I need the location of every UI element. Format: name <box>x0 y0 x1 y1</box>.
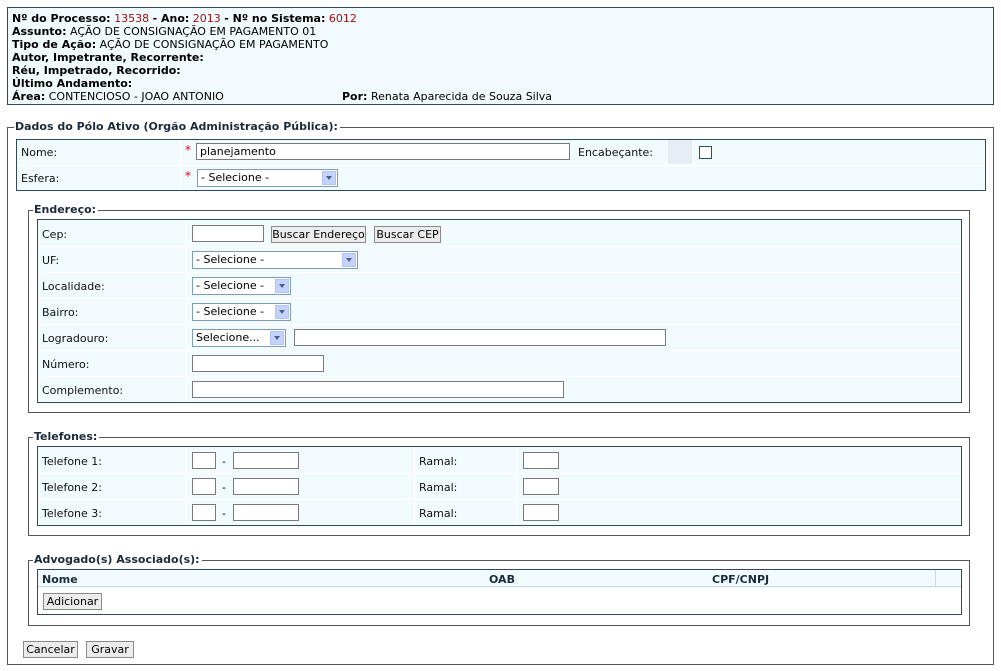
encabecante-checkbox[interactable] <box>699 146 712 159</box>
cep-label: Cep: <box>42 228 68 241</box>
search-cep-button[interactable]: Buscar CEP <box>374 226 441 243</box>
street-label: Logradouro: <box>42 332 109 345</box>
sphere-label: Esfera: <box>21 172 60 185</box>
required-marker: * <box>185 143 191 157</box>
subject-value: AÇÃO DE CONSIGNAÇÃO EM PAGAMENTO 01 <box>69 25 317 38</box>
extension-label: Ramal: <box>419 481 458 494</box>
sphere-select[interactable]: - Selecione - <box>197 169 338 187</box>
phone-3-number-input[interactable] <box>233 504 299 521</box>
number-label: Número: <box>42 358 90 371</box>
process-info-panel: Nº do Processo: 13538 - Ano: 2013 - Nº n… <box>7 7 994 105</box>
neighborhood-select-value: - Selecione - <box>196 305 265 318</box>
chevron-down-icon <box>275 305 289 319</box>
required-marker: * <box>185 169 191 183</box>
neighborhood-label: Bairro: <box>42 306 79 319</box>
locality-select[interactable]: - Selecione - <box>192 277 291 295</box>
phone-2-label: Telefone 2: <box>42 481 102 494</box>
phone-3-area-input[interactable] <box>192 504 216 521</box>
locality-select-value: - Selecione - <box>196 279 265 292</box>
chevron-down-icon <box>270 331 284 345</box>
address-legend: Endereço: <box>33 203 99 216</box>
author-label: Por: <box>342 90 368 103</box>
process-number-label: Nº do Processo: <box>12 12 111 25</box>
action-type-value: AÇÃO DE CONSIGNAÇÃO EM PAGAMENTO <box>99 38 329 51</box>
extension-label: Ramal: <box>419 455 458 468</box>
area-value: CONTENCIOSO - JOAO ANTONIO <box>48 90 224 103</box>
action-type-label: Tipo de Ação: <box>12 38 97 51</box>
phone-2-area-input[interactable] <box>192 478 216 495</box>
author-line: Por: Renata Aparecida de Souza Silva <box>342 90 552 103</box>
cep-input[interactable] <box>192 225 264 242</box>
phone-2-extension-input[interactable] <box>523 478 559 495</box>
chevron-down-icon <box>322 171 336 185</box>
process-number: 13538 <box>114 12 150 25</box>
cancel-button[interactable]: Cancelar <box>23 641 78 658</box>
phone-1-label: Telefone 1: <box>42 455 102 468</box>
last-progress-label: Último Andamento: <box>12 77 133 90</box>
action-type-line: Tipo de Ação: AÇÃO DE CONSIGNAÇÃO EM PAG… <box>12 38 328 51</box>
year-label: - Ano: <box>152 12 190 25</box>
phones-panel <box>37 446 962 526</box>
phone-separator: - <box>222 481 226 494</box>
sphere-select-value: - Selecione - <box>201 171 270 184</box>
name-label: Nome: <box>21 146 58 159</box>
system-number: 6012 <box>328 12 357 25</box>
phones-legend: Telefones: <box>33 430 100 443</box>
chevron-down-icon <box>342 253 356 267</box>
phone-separator: - <box>222 455 226 468</box>
uf-select[interactable]: - Selecione - <box>192 251 358 269</box>
phone-1-number-input[interactable] <box>233 452 299 469</box>
year-value: 2013 <box>192 12 221 25</box>
uf-label: UF: <box>42 254 60 267</box>
street-type-select-value: Selecione... <box>196 331 260 344</box>
defendant-label: Réu, Impetrado, Recorrido: <box>12 64 181 77</box>
subject-label: Assunto: <box>12 25 67 38</box>
uf-select-value: - Selecione - <box>196 253 265 266</box>
system-number-label: - Nº no Sistema: <box>224 12 326 25</box>
column-header-oab: OAB <box>489 573 515 586</box>
subject-line: Assunto: AÇÃO DE CONSIGNAÇÃO EM PAGAMENT… <box>12 25 316 38</box>
phone-1-area-input[interactable] <box>192 452 216 469</box>
chevron-down-icon <box>275 279 289 293</box>
area-line: Área: CONTENCIOSO - JOAO ANTONIO <box>12 90 224 103</box>
phone-3-label: Telefone 3: <box>42 507 102 520</box>
complement-label: Complemento: <box>42 384 124 397</box>
search-address-button[interactable]: Buscar Endereço <box>271 226 366 243</box>
add-lawyer-button[interactable]: Adicionar <box>43 593 102 610</box>
locality-label: Localidade: <box>42 280 105 293</box>
extension-label: Ramal: <box>419 507 458 520</box>
column-header-name: Nome <box>42 573 78 586</box>
plaintiff-label: Autor, Impetrante, Recorrente: <box>12 51 204 64</box>
name-input[interactable]: planejamento <box>196 143 570 160</box>
process-number-line: Nº do Processo: 13538 - Ano: 2013 - Nº n… <box>12 12 357 25</box>
author-value: Renata Aparecida de Souza Silva <box>370 90 553 103</box>
street-type-select[interactable]: Selecione... <box>192 329 286 347</box>
number-input[interactable] <box>192 355 324 372</box>
active-pole-legend: Dados do Pólo Ativo (Orgão Administração… <box>14 120 340 133</box>
column-header-cpf-cnpj: CPF/CNPJ <box>712 573 770 586</box>
phone-2-number-input[interactable] <box>233 478 299 495</box>
lawyers-legend: Advogado(s) Associado(s): <box>33 553 202 566</box>
neighborhood-select[interactable]: - Selecione - <box>192 303 291 321</box>
complement-input[interactable] <box>192 381 564 398</box>
phone-separator: - <box>222 507 226 520</box>
phone-3-extension-input[interactable] <box>523 504 559 521</box>
street-input[interactable] <box>294 329 666 346</box>
area-label: Área: <box>12 90 46 103</box>
encabecante-label: Encabeçante: <box>578 146 654 159</box>
save-button[interactable]: Gravar <box>86 641 134 658</box>
phone-1-extension-input[interactable] <box>523 452 559 469</box>
